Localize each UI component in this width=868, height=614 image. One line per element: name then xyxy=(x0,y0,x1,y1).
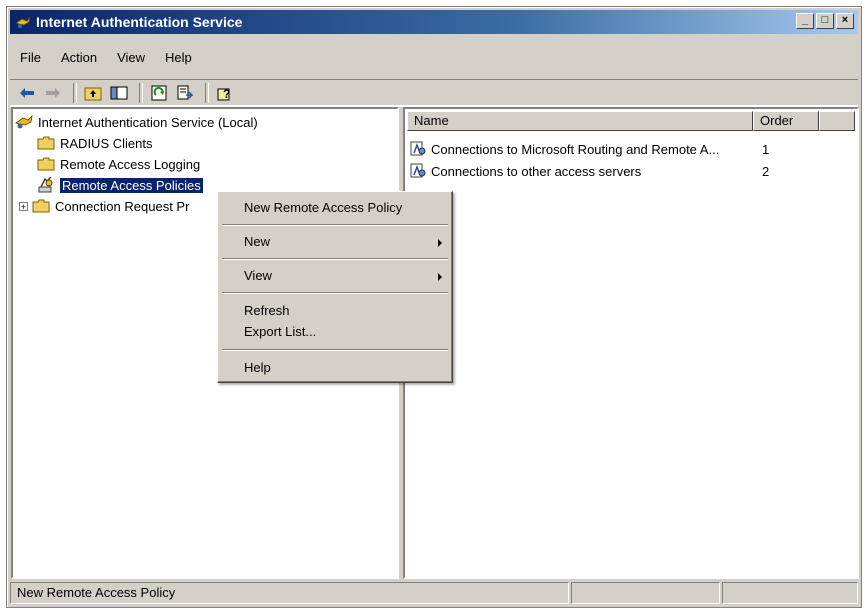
show-hide-tree-icon[interactable] xyxy=(108,83,130,103)
list-item-name: Connections to Microsoft Routing and Rem… xyxy=(431,141,720,157)
ias-app-icon xyxy=(15,14,31,30)
ctx-view[interactable]: View xyxy=(244,267,272,285)
tree-root-label: Internet Authentication Service (Local) xyxy=(38,114,258,130)
column-header-name[interactable]: Name xyxy=(407,111,753,131)
ctx-help[interactable]: Help xyxy=(244,359,271,377)
toolbar-separator xyxy=(73,83,77,103)
folder-icon xyxy=(32,199,50,213)
context-menu: New Remote Access Policy New View Refres… xyxy=(217,191,453,383)
window-title: Internet Authentication Service xyxy=(36,14,243,30)
ctx-export-list[interactable]: Export List... xyxy=(244,323,316,341)
toolbar: ? xyxy=(10,79,858,107)
folder-icon xyxy=(37,136,55,150)
list-item-order: 1 xyxy=(762,141,770,157)
refresh-icon[interactable] xyxy=(148,83,170,103)
tree-item-connection-request[interactable]: + Connection Request Pr xyxy=(19,196,189,216)
list-pane[interactable]: Name Order Connections to Microsoft Rout… xyxy=(403,107,859,579)
tree-item-label: Remote Access Logging xyxy=(60,156,201,172)
ias-server-icon xyxy=(15,114,33,130)
tree-item-remote-access-policies[interactable]: Remote Access Policies xyxy=(37,175,203,195)
tree-item-remote-access-logging[interactable]: Remote Access Logging xyxy=(37,154,200,174)
svg-text:?: ? xyxy=(223,87,230,101)
toolbar-separator xyxy=(205,83,209,103)
menu-separator xyxy=(222,292,448,294)
policy-icon xyxy=(37,177,55,193)
tree-item-radius-clients[interactable]: RADIUS Clients xyxy=(37,133,152,153)
menu-view[interactable]: View xyxy=(107,47,155,69)
list-item[interactable]: Connections to Microsoft Routing and Rem… xyxy=(409,139,849,159)
title-bar[interactable]: Internet Authentication Service _ □ × xyxy=(10,10,858,34)
list-item[interactable]: Connections to other access servers 2 xyxy=(409,161,849,181)
tree-item-label: Remote Access Policies xyxy=(60,177,203,193)
menu-action[interactable]: Action xyxy=(51,47,107,69)
maximize-button[interactable]: □ xyxy=(816,13,834,29)
ctx-new[interactable]: New xyxy=(244,233,270,251)
forward-icon[interactable] xyxy=(42,83,64,103)
close-button[interactable]: × xyxy=(836,13,854,29)
menu-bar: File Action View Help xyxy=(10,47,858,69)
ctx-new-remote-access-policy[interactable]: New Remote Access Policy xyxy=(244,199,402,217)
minimize-button[interactable]: _ xyxy=(796,13,814,29)
tree-item-label: Connection Request Pr xyxy=(55,198,190,214)
menu-file[interactable]: File xyxy=(10,47,51,69)
export-list-icon[interactable] xyxy=(174,83,196,103)
up-folder-icon[interactable] xyxy=(82,83,104,103)
status-bar: New Remote Access Policy xyxy=(10,582,858,604)
tree-item-label: RADIUS Clients xyxy=(60,135,153,151)
list-item-name: Connections to other access servers xyxy=(431,163,642,179)
status-pane-2 xyxy=(570,582,721,604)
menu-separator xyxy=(222,349,448,351)
tree-root-item[interactable]: Internet Authentication Service (Local) xyxy=(15,112,258,132)
status-text: New Remote Access Policy xyxy=(10,582,569,604)
submenu-arrow-icon xyxy=(438,273,442,281)
submenu-arrow-icon xyxy=(438,239,442,247)
list-item-order: 2 xyxy=(762,163,770,179)
menu-help[interactable]: Help xyxy=(155,47,202,69)
column-header-order[interactable]: Order xyxy=(753,111,819,131)
expand-plus-icon[interactable]: + xyxy=(19,201,28,211)
menu-separator xyxy=(222,224,448,226)
help-icon[interactable]: ? xyxy=(214,83,236,103)
ctx-refresh[interactable]: Refresh xyxy=(244,302,290,320)
status-pane-3 xyxy=(722,582,858,604)
menu-separator xyxy=(222,258,448,260)
column-header-filler xyxy=(819,111,855,131)
folder-icon xyxy=(37,157,55,171)
connection-policy-icon xyxy=(409,163,427,179)
connection-policy-icon xyxy=(409,141,427,157)
toolbar-separator xyxy=(139,83,143,103)
back-icon[interactable] xyxy=(16,83,38,103)
